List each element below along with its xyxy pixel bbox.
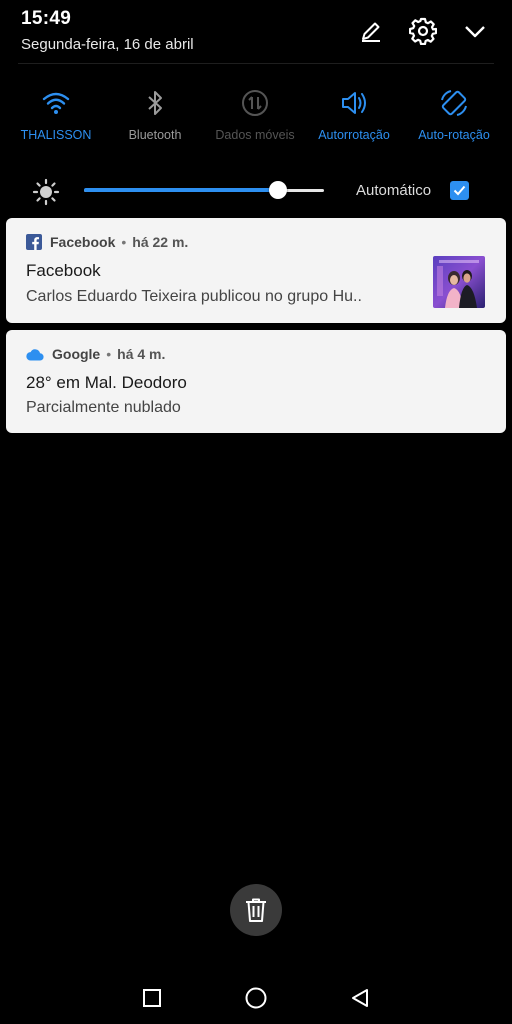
mobile-data-icon	[238, 86, 272, 120]
toggle-sound[interactable]: Autorrotação	[306, 86, 402, 142]
toggle-mobile-data[interactable]: Dados móveis	[207, 86, 303, 142]
notification-body: Parcialmente nublado	[26, 399, 181, 416]
toggle-mobile-data-label: Dados móveis	[215, 128, 295, 142]
facebook-icon	[26, 234, 42, 250]
check-icon	[453, 185, 466, 196]
notification-title: Facebook	[26, 261, 101, 280]
brightness-slider-thumb[interactable]	[269, 181, 288, 199]
brightness-icon	[31, 177, 61, 207]
notification-facebook[interactable]: Facebook • há 22 m. Facebook Carlos Edua…	[6, 218, 506, 323]
auto-brightness-checkbox[interactable]	[450, 181, 469, 200]
trash-icon	[246, 898, 266, 922]
notification-thumbnail	[433, 256, 485, 308]
toggle-auto-rotate[interactable]: Auto-rotação	[406, 86, 502, 142]
toggle-bluetooth[interactable]: Bluetooth	[107, 86, 203, 142]
header-divider	[18, 63, 494, 64]
notification-app-name: Facebook	[50, 234, 116, 250]
status-time: 15:49	[21, 8, 72, 29]
status-date: Segunda-feira, 16 de abril	[21, 36, 194, 53]
volume-icon	[337, 86, 371, 120]
settings-icon[interactable]	[408, 16, 438, 46]
auto-brightness-label: Automático	[356, 182, 432, 199]
notification-title: 28° em Mal. Deodoro	[26, 373, 187, 392]
auto-rotate-icon	[437, 86, 471, 120]
cloud-icon	[26, 347, 44, 361]
clear-all-button[interactable]	[230, 884, 282, 936]
toggle-wifi[interactable]: THALISSON	[8, 86, 104, 142]
notification-google[interactable]: Google • há 4 m. 28° em Mal. Deodoro Par…	[6, 330, 506, 433]
notification-separator: •	[106, 346, 112, 362]
notification-body: Carlos Eduardo Teixeira publicou no grup…	[26, 288, 362, 305]
recents-icon[interactable]	[140, 986, 164, 1010]
back-icon[interactable]	[348, 986, 372, 1010]
toggle-sound-label: Autorrotação	[318, 128, 390, 142]
brightness-slider-fill	[84, 188, 279, 192]
toggle-auto-rotate-label: Auto-rotação	[418, 128, 490, 142]
notification-header: Facebook • há 22 m.	[26, 234, 188, 250]
notification-separator: •	[121, 234, 127, 250]
notification-app-name: Google	[52, 346, 101, 362]
notification-header: Google • há 4 m.	[26, 346, 165, 362]
toggle-bluetooth-label: Bluetooth	[128, 128, 182, 142]
chevron-down-icon[interactable]	[460, 16, 490, 46]
notification-time: há 4 m.	[117, 346, 166, 362]
edit-icon[interactable]	[356, 16, 386, 46]
bluetooth-icon	[138, 86, 172, 120]
notification-time: há 22 m.	[132, 234, 189, 250]
home-icon[interactable]	[244, 986, 268, 1010]
toggle-wifi-label: THALISSON	[20, 128, 92, 142]
wifi-icon	[39, 86, 73, 120]
